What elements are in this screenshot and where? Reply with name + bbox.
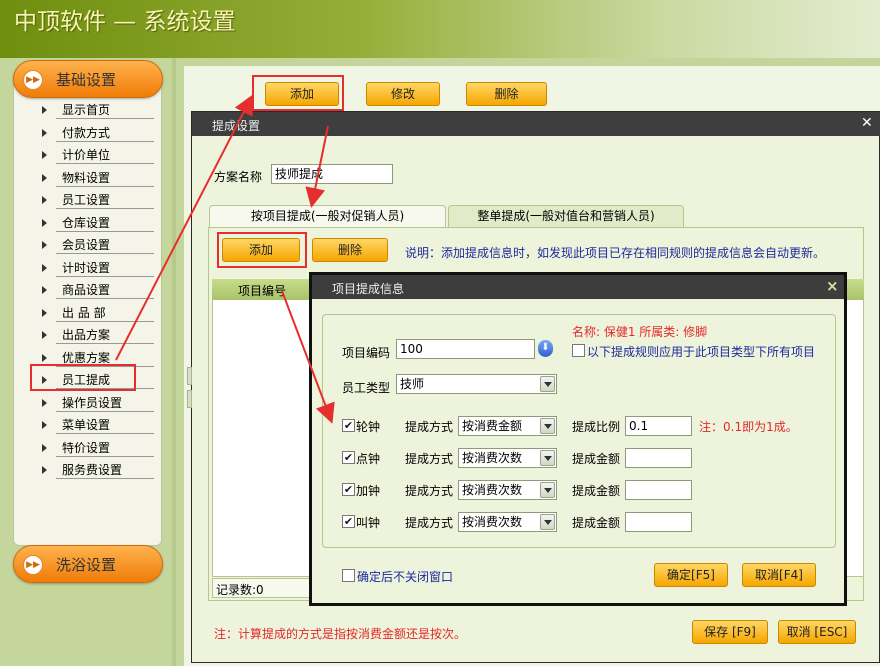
arrow-to-add: [115, 94, 253, 361]
annotation-arrows: [115, 94, 335, 424]
arrow-to-rules: [281, 290, 335, 424]
arrow-to-tab: [305, 125, 329, 208]
